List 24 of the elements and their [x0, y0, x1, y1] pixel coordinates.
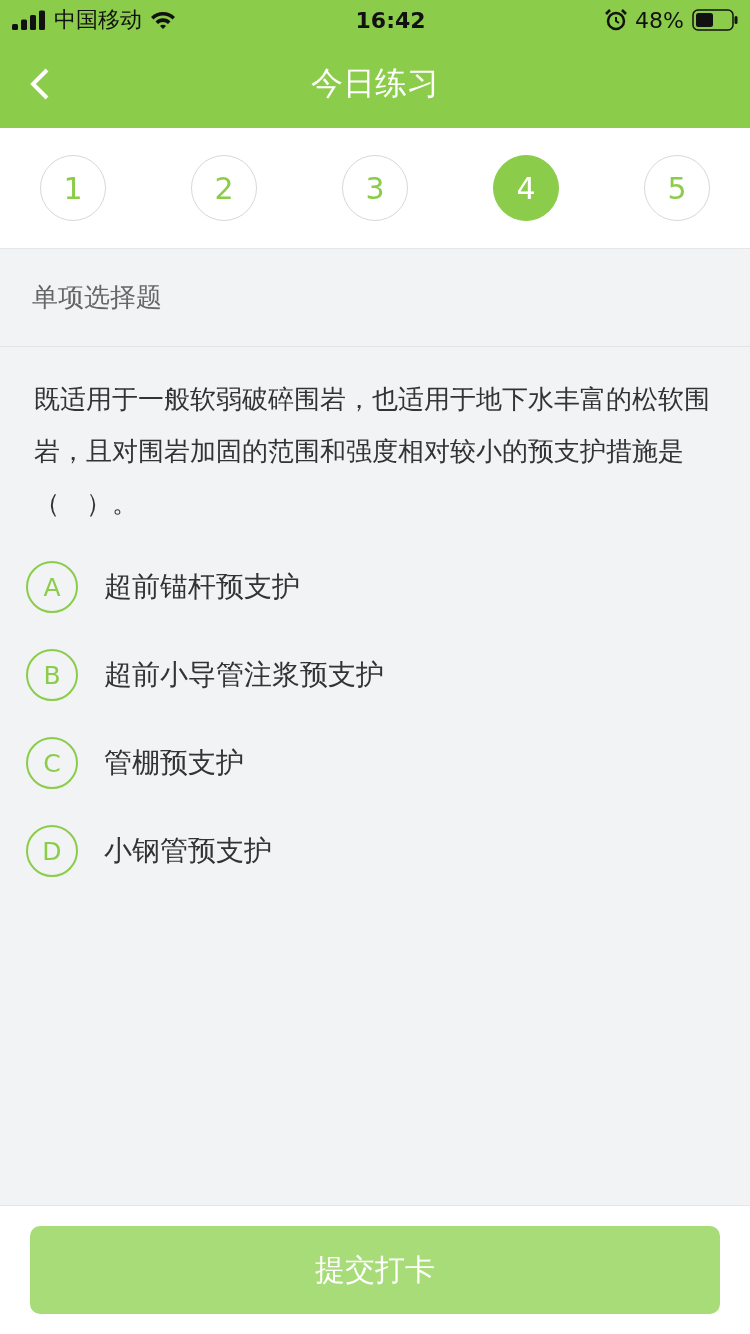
back-icon	[30, 67, 50, 101]
clock-text: 16:42	[355, 7, 426, 33]
signal-icon	[12, 10, 46, 30]
alarm-icon	[605, 9, 628, 31]
question-number-tab[interactable]: 2	[191, 155, 257, 221]
option-text[interactable]: 超前锚杆预支护	[104, 568, 300, 606]
option-text[interactable]: 超前小导管注浆预支护	[104, 656, 384, 694]
option-letter[interactable]: B	[26, 649, 78, 701]
question-text: 既适用于一般软弱破碎围岩，也适用于地下水丰富的松软围岩，且对围岩加固的范围和强度相对较小的预支护措施是（ ）。	[33, 383, 711, 520]
question-number-tab[interactable]: 3	[342, 155, 408, 221]
wifi-icon	[150, 10, 176, 30]
battery-percent: 48%	[635, 7, 684, 33]
carrier-text: 中国移动	[54, 6, 142, 34]
option-letter[interactable]: A	[26, 561, 78, 613]
page-title: 今日练习	[311, 63, 439, 104]
option-text[interactable]: 小钢管预支护	[104, 832, 272, 870]
question-type: 单项选择题	[0, 249, 750, 347]
question-number-tab[interactable]: 4	[493, 155, 559, 221]
question-number-tab[interactable]: 5	[644, 155, 710, 221]
option-letter[interactable]: C	[26, 737, 78, 789]
option-letter[interactable]: D	[26, 825, 78, 877]
question-number-tab[interactable]: 1	[40, 155, 106, 221]
battery-icon	[692, 9, 738, 31]
option-text[interactable]: 管棚预支护	[104, 744, 244, 782]
